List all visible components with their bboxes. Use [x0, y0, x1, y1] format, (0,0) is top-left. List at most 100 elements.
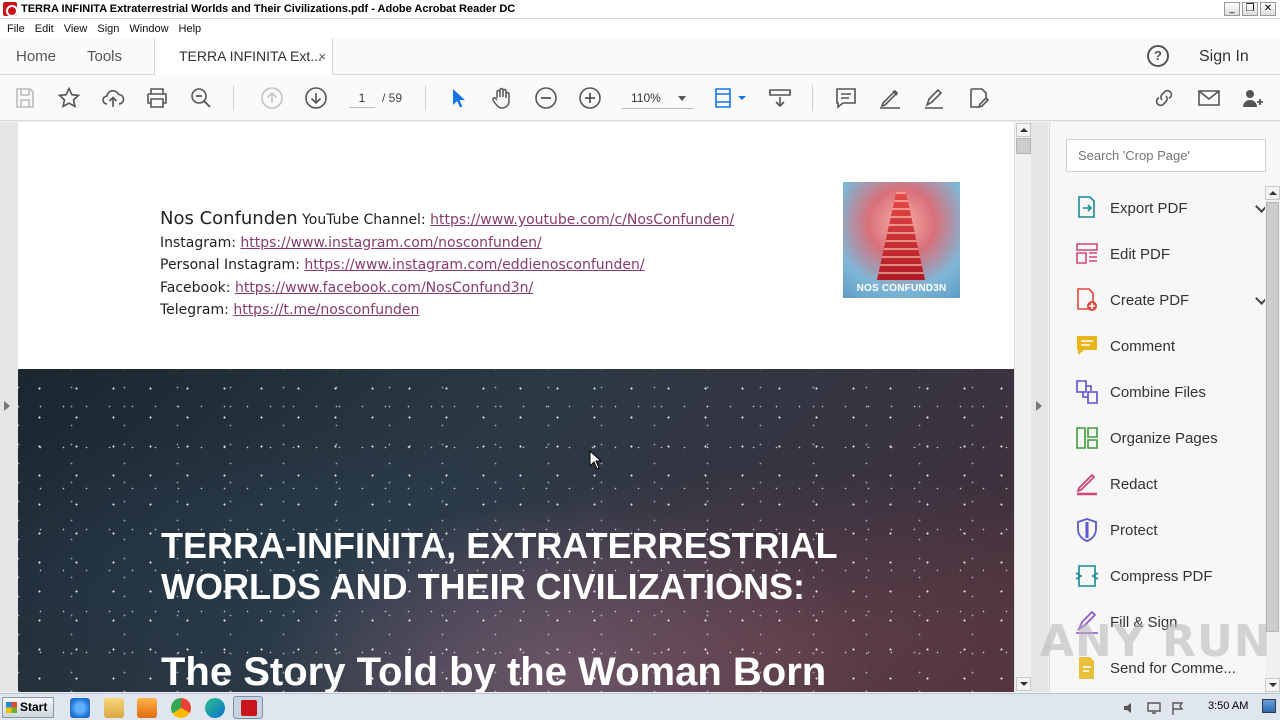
page-up-icon[interactable] — [260, 86, 284, 110]
pdf-page: Nos Confunden YouTube Channel: https://w… — [18, 122, 1014, 692]
instagram-link[interactable]: https://www.instagram.com/nosconfunden/ — [240, 235, 541, 251]
window-controls: _ ❐ ✕ — [1224, 2, 1276, 16]
close-tab-icon[interactable]: × — [318, 38, 326, 75]
scroll-down-button[interactable] — [1265, 678, 1280, 692]
help-icon[interactable]: ? — [1147, 45, 1169, 67]
logo-text: NOS CONFUND3N — [856, 283, 947, 294]
youtube-link[interactable]: https://www.youtube.com/c/NosConfunden/ — [430, 212, 734, 228]
tab-home[interactable]: Home — [16, 38, 56, 75]
protect-icon — [1074, 517, 1100, 543]
tool-item-export-pdf[interactable]: Export PDF — [1066, 185, 1268, 231]
tool-item-compress-pdf[interactable]: Compress PDF — [1066, 553, 1266, 599]
upload-cloud-icon[interactable] — [101, 86, 125, 110]
tool-item-combine-files[interactable]: Combine Files — [1066, 369, 1266, 415]
zoom-in-icon[interactable] — [578, 86, 602, 110]
menu-help[interactable]: Help — [174, 23, 207, 35]
flag-icon[interactable] — [1170, 700, 1186, 716]
show-desktop-icon[interactable] — [1262, 699, 1276, 713]
scroll-up-button[interactable] — [1265, 186, 1280, 200]
toolbar-separator — [425, 85, 426, 111]
add-user-icon[interactable] — [1241, 86, 1265, 110]
menu-sign[interactable]: Sign — [92, 23, 124, 35]
tool-label: Compress PDF — [1110, 567, 1213, 585]
tools-search-input[interactable] — [1066, 139, 1266, 172]
tool-item-comment[interactable]: Comment — [1066, 323, 1266, 369]
title-bar: TERRA INFINITA Extraterrestrial Worlds a… — [0, 0, 1280, 19]
tab-bar: Home Tools TERRA INFINITA Ext... × ? Sig… — [0, 38, 1280, 76]
scroll-thumb[interactable] — [1016, 138, 1031, 154]
menu-bar: File Edit View Sign Window Help — [0, 19, 1280, 38]
comment-icon[interactable] — [834, 86, 858, 110]
tool-label: Edit PDF — [1110, 245, 1171, 263]
cover-title-line-2: WORLDS AND THEIR CIVILIZATIONS: — [161, 566, 805, 607]
tool-label: Create PDF — [1110, 291, 1190, 309]
media-player-icon[interactable] — [137, 698, 157, 718]
expand-left-panel-icon[interactable] — [4, 401, 10, 411]
redact-icon — [1074, 471, 1100, 497]
page-down-icon[interactable] — [304, 86, 328, 110]
menu-view[interactable]: View — [59, 23, 93, 35]
edge-icon[interactable] — [205, 698, 225, 718]
scroll-down-button[interactable] — [1016, 677, 1031, 691]
volume-icon[interactable] — [1122, 700, 1138, 716]
scroll-thumb[interactable] — [1266, 202, 1279, 632]
system-tray — [1122, 697, 1186, 719]
internet-explorer-icon[interactable] — [70, 698, 90, 718]
link-icon[interactable] — [1152, 86, 1176, 110]
share-edit-icon[interactable] — [966, 86, 990, 110]
chevron-down-icon — [678, 96, 686, 101]
print-icon[interactable] — [145, 86, 169, 110]
tool-item-redact[interactable]: Redact — [1066, 461, 1266, 507]
export-pdf-icon — [1074, 195, 1100, 221]
page-number-input[interactable] — [349, 88, 375, 108]
page-total: / 59 — [382, 91, 403, 105]
tab-document[interactable]: TERRA INFINITA Ext... × — [154, 38, 333, 76]
close-window-button[interactable]: ✕ — [1260, 2, 1276, 16]
tool-label: Redact — [1110, 475, 1158, 493]
document-scrollbar[interactable] — [1014, 122, 1031, 692]
tool-item-protect[interactable]: Protect — [1066, 507, 1266, 553]
acrobat-reader-icon[interactable] — [233, 696, 263, 719]
telegram-label: Telegram: — [160, 302, 234, 318]
tool-item-create-pdf[interactable]: Create PDF — [1066, 277, 1268, 323]
personal-instagram-link[interactable]: https://www.instagram.com/eddienosconfun… — [304, 257, 644, 273]
file-explorer-icon[interactable] — [104, 698, 124, 718]
start-button[interactable]: Start — [2, 697, 54, 718]
restore-button[interactable]: ❐ — [1242, 2, 1258, 16]
email-icon[interactable] — [1197, 86, 1221, 110]
zoom-value: 110% — [631, 91, 661, 105]
collapse-right-panel-icon[interactable] — [1036, 401, 1042, 411]
telegram-link[interactable]: https://t.me/nosconfunden — [233, 302, 419, 318]
fit-page-icon[interactable] — [712, 86, 748, 110]
cover-title-line-1: TERRA-INFINITA, EXTRATERRESTRIAL — [161, 525, 838, 566]
tool-label: Combine Files — [1110, 383, 1206, 401]
scroll-mode-icon[interactable] — [768, 86, 792, 110]
zoom-out-icon[interactable] — [534, 86, 558, 110]
sign-icon[interactable] — [922, 86, 946, 110]
tool-label: Organize Pages — [1110, 429, 1218, 447]
youtube-label: YouTube Channel: — [297, 212, 431, 228]
highlight-icon[interactable] — [878, 86, 902, 110]
tool-item-organize-pages[interactable]: Organize Pages — [1066, 415, 1266, 461]
select-arrow-icon[interactable] — [446, 86, 470, 110]
tab-tools[interactable]: Tools — [87, 38, 122, 75]
tool-item-edit-pdf[interactable]: Edit PDF — [1066, 231, 1266, 277]
scroll-up-button[interactable] — [1016, 123, 1031, 137]
chrome-icon[interactable] — [171, 698, 191, 718]
mouse-cursor-icon — [589, 450, 603, 470]
facebook-link[interactable]: https://www.facebook.com/NosConfund3n/ — [235, 280, 533, 296]
contact-links: Nos Confunden YouTube Channel: https://w… — [160, 208, 734, 322]
menu-file[interactable]: File — [2, 23, 30, 35]
minimize-button[interactable]: _ — [1224, 2, 1240, 16]
save-icon[interactable] — [13, 86, 37, 110]
network-icon[interactable] — [1146, 700, 1162, 716]
bookmark-star-icon[interactable] — [57, 86, 81, 110]
menu-edit[interactable]: Edit — [30, 23, 59, 35]
zoom-search-icon[interactable] — [189, 86, 213, 110]
sign-in-button[interactable]: Sign In — [1199, 38, 1249, 75]
zoom-select[interactable]: 110% — [622, 88, 694, 109]
menu-window[interactable]: Window — [124, 23, 173, 35]
document-area[interactable]: Nos Confunden YouTube Channel: https://w… — [0, 122, 1048, 692]
cover-subtitle: The Story Told by the Woman Born — [161, 650, 827, 692]
hand-icon[interactable] — [490, 86, 514, 110]
